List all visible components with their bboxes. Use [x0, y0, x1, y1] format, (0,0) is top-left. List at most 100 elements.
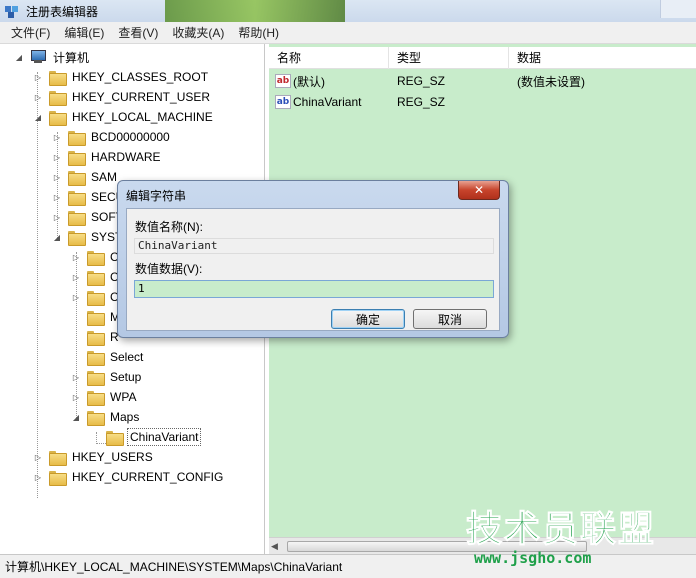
- menu-view[interactable]: 查看(V): [111, 22, 165, 43]
- tree-item-setup[interactable]: ▷ Setup: [71, 367, 143, 387]
- watermark-url: www.jsgho.com: [474, 549, 592, 567]
- column-header-type[interactable]: 类型: [389, 47, 509, 69]
- title-bar: 注册表编辑器: [0, 0, 696, 22]
- expand-arrow-icon[interactable]: ▷: [33, 452, 43, 462]
- value-data: (数值未设置): [517, 74, 585, 89]
- tree-item-hkcu[interactable]: ▷ HKEY_CURRENT_USER: [33, 87, 212, 107]
- menu-favorites[interactable]: 收藏夹(A): [165, 22, 231, 43]
- regedit-icon: [4, 3, 20, 19]
- folder-icon: [49, 470, 67, 486]
- menu-bar: 文件(F) 编辑(E) 查看(V) 收藏夹(A) 帮助(H): [0, 22, 696, 44]
- watermark-title: 技术员联盟: [466, 509, 657, 550]
- value-name: ChinaVariant: [293, 95, 362, 109]
- tree-item-software[interactable]: ▷ SOFT: [52, 207, 125, 227]
- value-name-label: 数值名称(N):: [135, 220, 203, 234]
- dialog-title: 编辑字符串: [126, 189, 187, 203]
- window-controls[interactable]: [660, 0, 696, 18]
- tree-item-computer[interactable]: ◢ 计算机: [14, 47, 91, 67]
- value-type: REG_SZ: [397, 95, 446, 109]
- value-name-field: ChinaVariant: [134, 238, 494, 254]
- tree-item-system[interactable]: ◢ SYST: [52, 227, 124, 247]
- expand-arrow-icon[interactable]: ▷: [71, 392, 81, 402]
- expand-arrow-icon[interactable]: ▷: [71, 252, 81, 262]
- cancel-button[interactable]: 取消: [413, 309, 487, 329]
- expand-arrow-icon[interactable]: ▷: [33, 92, 43, 102]
- list-item[interactable]: ab ChinaVariant REG_SZ: [269, 92, 696, 112]
- expander-placeholder: [90, 432, 100, 442]
- folder-icon: [87, 250, 105, 266]
- expander-placeholder: [71, 332, 81, 342]
- collapse-arrow-icon[interactable]: ◢: [52, 232, 62, 242]
- folder-icon: [87, 410, 105, 426]
- tree-item-hkcc[interactable]: ▷ HKEY_CURRENT_CONFIG: [33, 467, 225, 487]
- collapse-arrow-icon[interactable]: ◢: [14, 52, 24, 62]
- folder-icon: [87, 310, 105, 326]
- string-value-icon: ab: [275, 95, 291, 109]
- tree-item-security[interactable]: ▷ SECU: [52, 187, 126, 207]
- value-name: (默认): [293, 74, 325, 89]
- tree-item-wpa[interactable]: ▷ WPA: [71, 387, 138, 407]
- close-icon: ✕: [473, 183, 485, 197]
- folder-icon: [68, 190, 86, 206]
- expand-arrow-icon[interactable]: ▷: [52, 132, 62, 142]
- folder-icon: [49, 90, 67, 106]
- menu-file[interactable]: 文件(F): [4, 22, 57, 43]
- folder-icon: [49, 110, 67, 126]
- expand-arrow-icon[interactable]: ▷: [71, 292, 81, 302]
- close-button[interactable]: ✕: [458, 181, 500, 200]
- folder-icon: [68, 170, 86, 186]
- tree-item-select[interactable]: Select: [71, 347, 145, 367]
- status-path: 计算机\HKEY_LOCAL_MACHINE\SYSTEM\Maps\China…: [5, 560, 343, 574]
- column-header-data[interactable]: 数据: [509, 47, 696, 69]
- tree-item-chinavariant[interactable]: ChinaVariant: [90, 427, 202, 447]
- folder-icon: [68, 130, 86, 146]
- scroll-left-icon[interactable]: ◀: [271, 541, 278, 552]
- folder-icon: [68, 210, 86, 226]
- folder-icon: [49, 450, 67, 466]
- value-type: REG_SZ: [397, 74, 446, 88]
- folder-icon: [87, 290, 105, 306]
- computer-icon: [30, 50, 46, 64]
- expander-placeholder: [71, 312, 81, 322]
- tree-guide-line: [37, 72, 38, 498]
- list-item[interactable]: ab (默认) REG_SZ (数值未设置): [269, 71, 696, 91]
- expand-arrow-icon[interactable]: ▷: [52, 172, 62, 182]
- folder-icon: [106, 430, 124, 446]
- tree-item-rng[interactable]: R: [71, 327, 121, 347]
- value-data-label: 数值数据(V):: [135, 262, 203, 276]
- tree-item-hku[interactable]: ▷ HKEY_USERS: [33, 447, 155, 467]
- expand-arrow-icon[interactable]: ▷: [71, 372, 81, 382]
- menu-help[interactable]: 帮助(H): [231, 22, 286, 43]
- folder-icon: [68, 230, 86, 246]
- expand-arrow-icon[interactable]: ▷: [52, 212, 62, 222]
- collapse-arrow-icon[interactable]: ◢: [33, 112, 43, 122]
- value-data-input[interactable]: 1: [134, 280, 494, 298]
- folder-icon: [87, 370, 105, 386]
- folder-icon: [87, 270, 105, 286]
- folder-icon: [87, 390, 105, 406]
- column-header-name[interactable]: 名称: [269, 47, 389, 69]
- expand-arrow-icon[interactable]: ▷: [52, 192, 62, 202]
- background-image-strip: [165, 0, 345, 22]
- ok-button[interactable]: 确定: [331, 309, 405, 329]
- tree-item-maps[interactable]: ◢ Maps: [71, 407, 141, 427]
- collapse-arrow-icon[interactable]: ◢: [71, 412, 81, 422]
- expand-arrow-icon[interactable]: ▷: [52, 152, 62, 162]
- folder-icon: [68, 150, 86, 166]
- folder-icon: [87, 350, 105, 366]
- dialog-body: 数值名称(N): ChinaVariant 数值数据(V): 1 确定 取消: [126, 208, 500, 331]
- edit-string-dialog: 编辑字符串 ✕ 数值名称(N): ChinaVariant 数值数据(V): 1…: [117, 180, 509, 338]
- string-value-icon: ab: [275, 74, 291, 88]
- tree-item-hkcr[interactable]: ▷ HKEY_CLASSES_ROOT: [33, 67, 210, 87]
- tree-item-hklm[interactable]: ◢ HKEY_LOCAL_MACHINE: [33, 107, 215, 127]
- expander-placeholder: [71, 352, 81, 362]
- expand-arrow-icon[interactable]: ▷: [33, 472, 43, 482]
- window-title: 注册表编辑器: [26, 4, 99, 19]
- expand-arrow-icon[interactable]: ▷: [33, 72, 43, 82]
- tree-item-bcd[interactable]: ▷ BCD00000000: [52, 127, 172, 147]
- tree-item-mounted[interactable]: M: [71, 307, 122, 327]
- menu-edit[interactable]: 编辑(E): [57, 22, 111, 43]
- tree-item-hardware[interactable]: ▷ HARDWARE: [52, 147, 163, 167]
- expand-arrow-icon[interactable]: ▷: [71, 272, 81, 282]
- tree-item-sam[interactable]: ▷ SAM: [52, 167, 119, 187]
